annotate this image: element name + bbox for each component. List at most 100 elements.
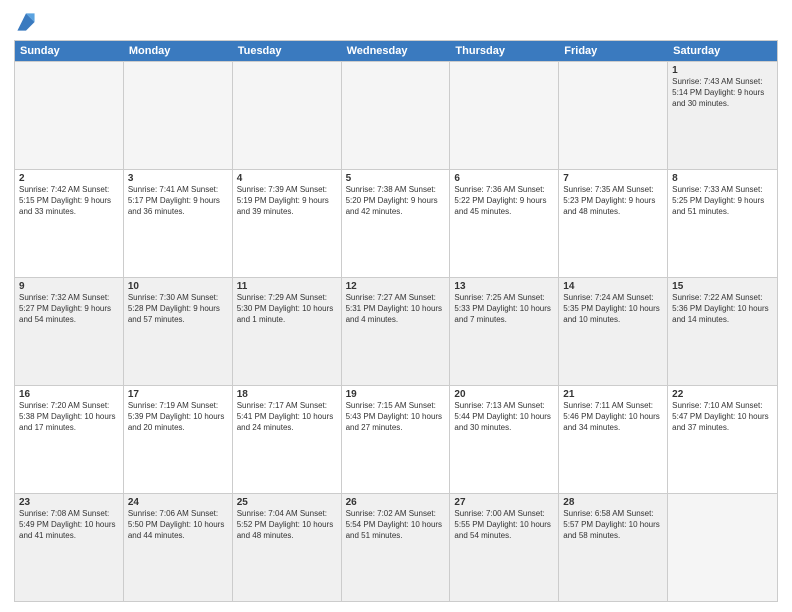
calendar-cell: 27Sunrise: 7:00 AM Sunset: 5:55 PM Dayli… — [450, 494, 559, 601]
day-number: 22 — [672, 389, 773, 400]
calendar-cell: 8Sunrise: 7:33 AM Sunset: 5:25 PM Daylig… — [668, 170, 777, 277]
calendar-cell: 22Sunrise: 7:10 AM Sunset: 5:47 PM Dayli… — [668, 386, 777, 493]
day-info: Sunrise: 7:00 AM Sunset: 5:55 PM Dayligh… — [454, 509, 554, 541]
day-info: Sunrise: 7:08 AM Sunset: 5:49 PM Dayligh… — [19, 509, 119, 541]
calendar-cell: 17Sunrise: 7:19 AM Sunset: 5:39 PM Dayli… — [124, 386, 233, 493]
calendar-cell: 21Sunrise: 7:11 AM Sunset: 5:46 PM Dayli… — [559, 386, 668, 493]
calendar-cell: 2Sunrise: 7:42 AM Sunset: 5:15 PM Daylig… — [15, 170, 124, 277]
day-info: Sunrise: 7:06 AM Sunset: 5:50 PM Dayligh… — [128, 509, 228, 541]
day-info: Sunrise: 7:38 AM Sunset: 5:20 PM Dayligh… — [346, 185, 446, 217]
calendar-cell — [124, 62, 233, 169]
day-number: 19 — [346, 389, 446, 400]
calendar-row-4: 23Sunrise: 7:08 AM Sunset: 5:49 PM Dayli… — [15, 493, 777, 601]
calendar-cell: 14Sunrise: 7:24 AM Sunset: 5:35 PM Dayli… — [559, 278, 668, 385]
day-number: 17 — [128, 389, 228, 400]
day-info: Sunrise: 7:42 AM Sunset: 5:15 PM Dayligh… — [19, 185, 119, 217]
day-number: 27 — [454, 497, 554, 508]
header-day-monday: Monday — [124, 41, 233, 61]
calendar-cell: 13Sunrise: 7:25 AM Sunset: 5:33 PM Dayli… — [450, 278, 559, 385]
day-number: 16 — [19, 389, 119, 400]
header-day-sunday: Sunday — [15, 41, 124, 61]
calendar-cell — [559, 62, 668, 169]
day-info: Sunrise: 7:33 AM Sunset: 5:25 PM Dayligh… — [672, 185, 773, 217]
day-number: 8 — [672, 173, 773, 184]
day-number: 23 — [19, 497, 119, 508]
logo-icon — [14, 10, 38, 34]
day-number: 10 — [128, 281, 228, 292]
calendar-header: SundayMondayTuesdayWednesdayThursdayFrid… — [15, 41, 777, 61]
day-number: 11 — [237, 281, 337, 292]
day-info: Sunrise: 7:02 AM Sunset: 5:54 PM Dayligh… — [346, 509, 446, 541]
day-number: 28 — [563, 497, 663, 508]
calendar-cell: 7Sunrise: 7:35 AM Sunset: 5:23 PM Daylig… — [559, 170, 668, 277]
day-number: 7 — [563, 173, 663, 184]
day-number: 4 — [237, 173, 337, 184]
day-info: Sunrise: 7:39 AM Sunset: 5:19 PM Dayligh… — [237, 185, 337, 217]
calendar-cell: 9Sunrise: 7:32 AM Sunset: 5:27 PM Daylig… — [15, 278, 124, 385]
day-number: 1 — [672, 65, 773, 76]
day-info: Sunrise: 7:43 AM Sunset: 5:14 PM Dayligh… — [672, 77, 773, 109]
day-number: 14 — [563, 281, 663, 292]
day-number: 3 — [128, 173, 228, 184]
calendar-body: 1Sunrise: 7:43 AM Sunset: 5:14 PM Daylig… — [15, 61, 777, 601]
day-info: Sunrise: 7:27 AM Sunset: 5:31 PM Dayligh… — [346, 293, 446, 325]
calendar-cell: 6Sunrise: 7:36 AM Sunset: 5:22 PM Daylig… — [450, 170, 559, 277]
calendar-cell — [233, 62, 342, 169]
calendar-cell — [668, 494, 777, 601]
calendar-cell — [450, 62, 559, 169]
calendar-cell — [15, 62, 124, 169]
day-info: Sunrise: 7:32 AM Sunset: 5:27 PM Dayligh… — [19, 293, 119, 325]
day-number: 9 — [19, 281, 119, 292]
calendar-cell: 20Sunrise: 7:13 AM Sunset: 5:44 PM Dayli… — [450, 386, 559, 493]
calendar-cell: 19Sunrise: 7:15 AM Sunset: 5:43 PM Dayli… — [342, 386, 451, 493]
calendar-cell: 15Sunrise: 7:22 AM Sunset: 5:36 PM Dayli… — [668, 278, 777, 385]
calendar-cell: 11Sunrise: 7:29 AM Sunset: 5:30 PM Dayli… — [233, 278, 342, 385]
day-info: Sunrise: 7:20 AM Sunset: 5:38 PM Dayligh… — [19, 401, 119, 433]
calendar: SundayMondayTuesdayWednesdayThursdayFrid… — [14, 40, 778, 602]
calendar-cell: 4Sunrise: 7:39 AM Sunset: 5:19 PM Daylig… — [233, 170, 342, 277]
day-info: Sunrise: 7:13 AM Sunset: 5:44 PM Dayligh… — [454, 401, 554, 433]
header-day-saturday: Saturday — [668, 41, 777, 61]
day-info: Sunrise: 7:41 AM Sunset: 5:17 PM Dayligh… — [128, 185, 228, 217]
calendar-cell: 10Sunrise: 7:30 AM Sunset: 5:28 PM Dayli… — [124, 278, 233, 385]
page: SundayMondayTuesdayWednesdayThursdayFrid… — [0, 0, 792, 612]
day-info: Sunrise: 7:11 AM Sunset: 5:46 PM Dayligh… — [563, 401, 663, 433]
calendar-row-0: 1Sunrise: 7:43 AM Sunset: 5:14 PM Daylig… — [15, 61, 777, 169]
calendar-cell: 25Sunrise: 7:04 AM Sunset: 5:52 PM Dayli… — [233, 494, 342, 601]
day-info: Sunrise: 7:10 AM Sunset: 5:47 PM Dayligh… — [672, 401, 773, 433]
day-info: Sunrise: 7:15 AM Sunset: 5:43 PM Dayligh… — [346, 401, 446, 433]
calendar-cell: 5Sunrise: 7:38 AM Sunset: 5:20 PM Daylig… — [342, 170, 451, 277]
calendar-row-3: 16Sunrise: 7:20 AM Sunset: 5:38 PM Dayli… — [15, 385, 777, 493]
day-info: Sunrise: 6:58 AM Sunset: 5:57 PM Dayligh… — [563, 509, 663, 541]
day-info: Sunrise: 7:22 AM Sunset: 5:36 PM Dayligh… — [672, 293, 773, 325]
day-number: 15 — [672, 281, 773, 292]
day-number: 2 — [19, 173, 119, 184]
day-info: Sunrise: 7:25 AM Sunset: 5:33 PM Dayligh… — [454, 293, 554, 325]
header — [14, 10, 778, 34]
day-number: 5 — [346, 173, 446, 184]
day-info: Sunrise: 7:30 AM Sunset: 5:28 PM Dayligh… — [128, 293, 228, 325]
header-day-friday: Friday — [559, 41, 668, 61]
day-number: 6 — [454, 173, 554, 184]
calendar-cell: 23Sunrise: 7:08 AM Sunset: 5:49 PM Dayli… — [15, 494, 124, 601]
calendar-cell: 3Sunrise: 7:41 AM Sunset: 5:17 PM Daylig… — [124, 170, 233, 277]
day-info: Sunrise: 7:24 AM Sunset: 5:35 PM Dayligh… — [563, 293, 663, 325]
day-info: Sunrise: 7:36 AM Sunset: 5:22 PM Dayligh… — [454, 185, 554, 217]
day-info: Sunrise: 7:17 AM Sunset: 5:41 PM Dayligh… — [237, 401, 337, 433]
calendar-cell — [342, 62, 451, 169]
header-day-wednesday: Wednesday — [342, 41, 451, 61]
header-day-tuesday: Tuesday — [233, 41, 342, 61]
day-info: Sunrise: 7:35 AM Sunset: 5:23 PM Dayligh… — [563, 185, 663, 217]
calendar-cell: 1Sunrise: 7:43 AM Sunset: 5:14 PM Daylig… — [668, 62, 777, 169]
calendar-cell: 18Sunrise: 7:17 AM Sunset: 5:41 PM Dayli… — [233, 386, 342, 493]
day-number: 25 — [237, 497, 337, 508]
day-number: 26 — [346, 497, 446, 508]
calendar-row-2: 9Sunrise: 7:32 AM Sunset: 5:27 PM Daylig… — [15, 277, 777, 385]
day-number: 20 — [454, 389, 554, 400]
calendar-cell: 12Sunrise: 7:27 AM Sunset: 5:31 PM Dayli… — [342, 278, 451, 385]
calendar-row-1: 2Sunrise: 7:42 AM Sunset: 5:15 PM Daylig… — [15, 169, 777, 277]
calendar-cell: 28Sunrise: 6:58 AM Sunset: 5:57 PM Dayli… — [559, 494, 668, 601]
day-info: Sunrise: 7:19 AM Sunset: 5:39 PM Dayligh… — [128, 401, 228, 433]
day-info: Sunrise: 7:29 AM Sunset: 5:30 PM Dayligh… — [237, 293, 337, 325]
day-number: 21 — [563, 389, 663, 400]
